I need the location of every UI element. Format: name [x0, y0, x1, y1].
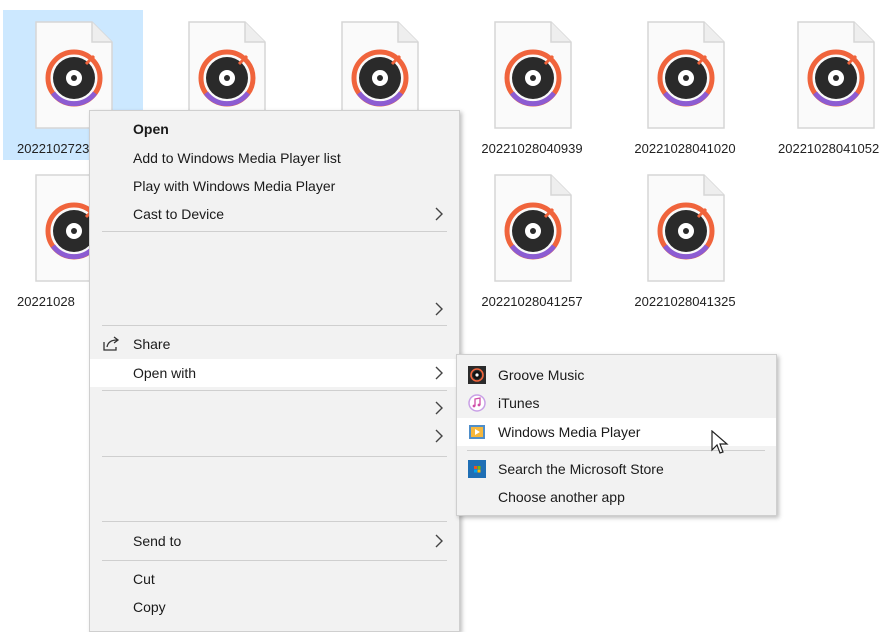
menu-item-label: Send to — [133, 533, 182, 549]
file-name: 20221028041020 — [634, 141, 736, 156]
menu-item-blank[interactable] — [90, 422, 459, 450]
menu-item-label: Copy — [133, 599, 166, 615]
music-file-icon — [494, 174, 572, 282]
menu-item-label: Cut — [133, 571, 155, 587]
file-tile[interactable]: 20221028041020 — [615, 10, 755, 160]
submenu-item-groove-music[interactable]: Groove Music — [457, 361, 776, 389]
menu-item-send-to[interactable]: Send to — [90, 527, 459, 555]
chevron-right-icon — [435, 207, 443, 221]
menu-separator — [102, 231, 447, 232]
music-file-icon — [494, 21, 572, 129]
music-file-icon — [647, 21, 725, 129]
file-name: 20221028040939 — [481, 141, 583, 156]
chevron-right-icon — [435, 429, 443, 443]
chevron-right-icon — [435, 302, 443, 316]
menu-item-add-to-wmp-list[interactable]: Add to Windows Media Player list — [90, 144, 459, 172]
menu-item-label: Cast to Device — [133, 206, 225, 222]
file-tile[interactable]: 20221028041325 — [615, 163, 755, 313]
menu-item-copy[interactable]: Copy — [90, 593, 459, 621]
context-menu: Open Add to Windows Media Player list Pl… — [89, 110, 460, 632]
menu-item-label: Open — [133, 121, 169, 137]
microsoft-store-icon — [468, 460, 486, 478]
submenu-item-label: Windows Media Player — [498, 424, 641, 440]
music-file-icon — [797, 21, 875, 129]
menu-separator — [102, 325, 447, 326]
file-tile[interactable]: 20221028041257 — [462, 163, 602, 313]
submenu-item-label: iTunes — [498, 395, 540, 411]
file-tile[interactable]: 20221028040939 — [462, 10, 602, 160]
music-file-icon — [647, 174, 725, 282]
menu-separator — [102, 390, 447, 391]
mouse-cursor-icon — [711, 430, 729, 454]
submenu-item-choose-another-app[interactable]: Choose another app — [457, 483, 776, 511]
menu-item-label: Play with Windows Media Player — [133, 178, 336, 194]
menu-item-label: Open with — [133, 365, 197, 381]
chevron-right-icon — [435, 366, 443, 380]
menu-item-blank[interactable] — [90, 394, 459, 422]
submenu-item-label: Groove Music — [498, 367, 585, 383]
menu-item-open-with[interactable]: Open with — [90, 359, 459, 387]
menu-item-share[interactable]: Share — [90, 330, 459, 358]
submenu-item-label: Choose another app — [498, 489, 625, 505]
windows-media-player-icon — [469, 425, 485, 439]
menu-item-open[interactable]: Open — [90, 115, 459, 143]
menu-item-label: Share — [133, 336, 171, 352]
menu-separator — [102, 560, 447, 561]
menu-item-label: Add to Windows Media Player list — [133, 150, 341, 166]
submenu-item-label: Search the Microsoft Store — [498, 461, 664, 477]
chevron-right-icon — [435, 534, 443, 548]
menu-item-cast-to-device[interactable]: Cast to Device — [90, 200, 459, 228]
submenu-item-search-store[interactable]: Search the Microsoft Store — [457, 455, 776, 483]
file-name: 20221028041052 — [778, 141, 880, 156]
file-tile[interactable]: 20221028041052 — [752, 10, 892, 160]
menu-item-blank[interactable] — [90, 295, 459, 323]
submenu-item-itunes[interactable]: iTunes — [457, 389, 776, 417]
groove-music-icon — [468, 366, 486, 384]
menu-separator — [102, 521, 447, 522]
chevron-right-icon — [435, 401, 443, 415]
menu-item-play-with-wmp[interactable]: Play with Windows Media Player — [90, 172, 459, 200]
itunes-icon — [468, 394, 486, 412]
share-icon — [103, 336, 120, 351]
file-name: 20221028041257 — [481, 294, 583, 309]
menu-item-cut[interactable]: Cut — [90, 565, 459, 593]
file-name: 20221028041325 — [634, 294, 736, 309]
menu-separator — [102, 456, 447, 457]
